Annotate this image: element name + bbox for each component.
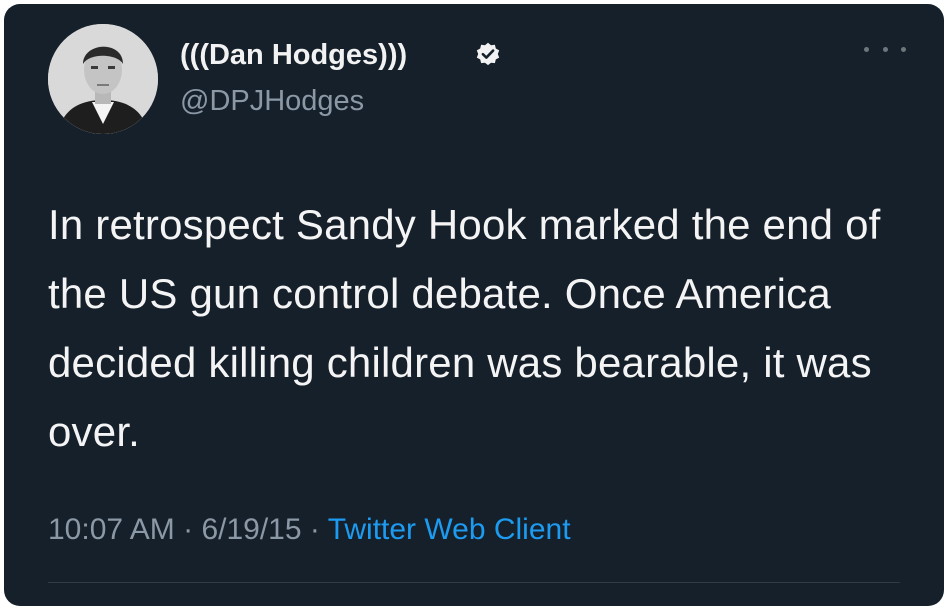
- tweet-date[interactable]: 6/19/15: [201, 513, 301, 546]
- verified-badge-icon: [476, 42, 500, 66]
- more-dot: [901, 46, 906, 52]
- meta-separator: ·: [309, 513, 320, 546]
- tweet-time[interactable]: 10:07 AM: [48, 513, 175, 546]
- tweet-meta: 10:07 AM · 6/19/15 · Twitter Web Client: [48, 512, 571, 548]
- more-dot: [882, 46, 888, 52]
- more-options-icon[interactable]: [864, 38, 906, 60]
- user-handle[interactable]: @DPJHodges: [180, 84, 364, 118]
- meta-separator: ·: [183, 513, 194, 546]
- divider: [48, 582, 900, 583]
- tweet-source-link[interactable]: Twitter Web Client: [328, 513, 571, 546]
- avatar[interactable]: [48, 24, 158, 134]
- display-name[interactable]: (((Dan Hodges))): [180, 38, 407, 72]
- tweet-card: (((Dan Hodges))) @DPJHodges In retrospec…: [4, 4, 944, 606]
- tweet-text: In retrospect Sandy Hook marked the end …: [48, 201, 881, 455]
- more-dot: [864, 46, 869, 52]
- avatar-photo: [48, 24, 158, 134]
